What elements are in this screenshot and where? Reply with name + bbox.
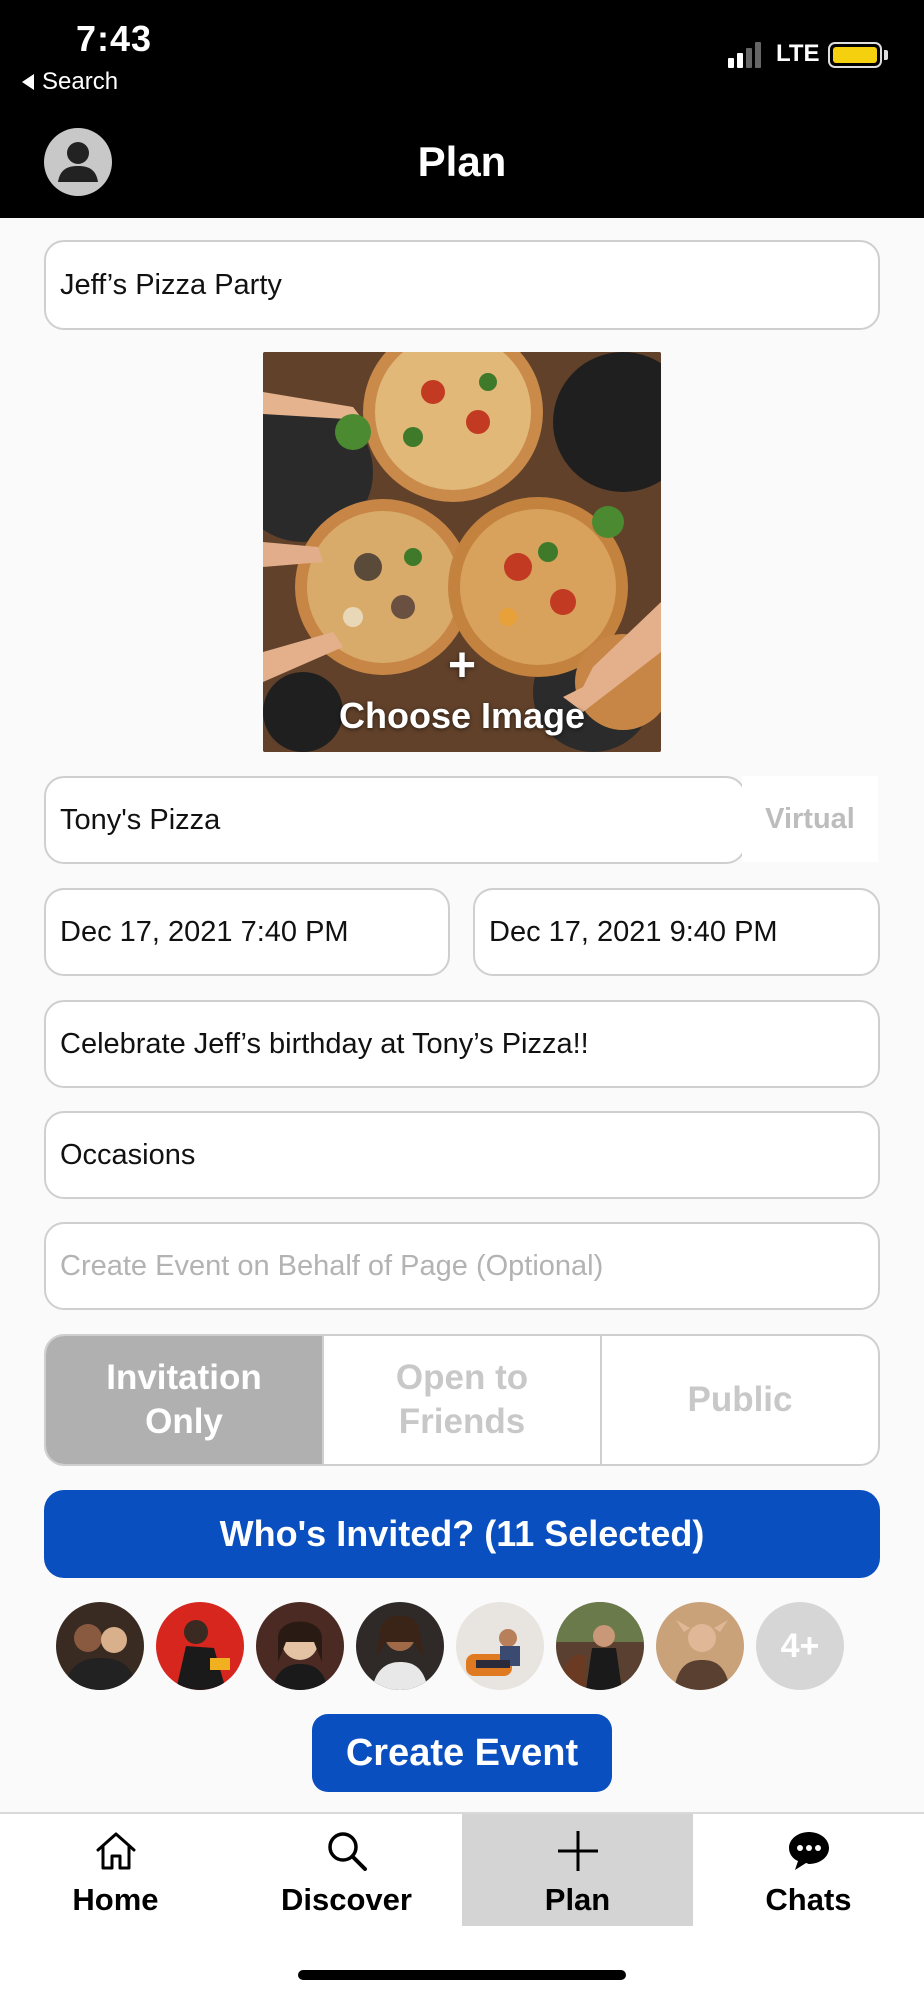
- page-title: Plan: [417, 138, 507, 185]
- home-icon: [91, 1826, 141, 1876]
- whos-invited-button[interactable]: Who's Invited? (11 Selected): [44, 1490, 880, 1578]
- invitee-avatar[interactable]: [556, 1602, 644, 1690]
- page-select-input[interactable]: Create Event on Behalf of Page (Optional…: [44, 1222, 880, 1310]
- tab-plan[interactable]: Plan: [462, 1814, 693, 1926]
- back-to-search-link[interactable]: Search: [22, 68, 118, 96]
- home-indicator[interactable]: [298, 1970, 626, 1980]
- invitee-avatar[interactable]: [356, 1602, 444, 1690]
- invitee-avatar[interactable]: [656, 1602, 744, 1690]
- page-select-placeholder: Create Event on Behalf of Page (Optional…: [60, 1249, 604, 1282]
- tab-plan-label: Plan: [544, 1882, 611, 1917]
- end-datetime-value: Dec 17, 2021 9:40 PM: [489, 915, 778, 948]
- description-value: Celebrate Jeff’s birthday at Tony’s Pizz…: [60, 1027, 589, 1060]
- end-datetime-input[interactable]: Dec 17, 2021 9:40 PM: [473, 888, 880, 976]
- network-label: LTE: [776, 40, 820, 67]
- tab-home-label: Home: [72, 1882, 159, 1917]
- tab-chats-label: Chats: [765, 1882, 852, 1917]
- virtual-toggle[interactable]: Virtual: [742, 776, 878, 862]
- category-value: Occasions: [60, 1138, 196, 1171]
- event-name-value: Jeff’s Pizza Party: [60, 268, 282, 301]
- more-invitees-badge[interactable]: 4+: [756, 1602, 844, 1690]
- privacy-option-invitation-only[interactable]: Invitation Only: [46, 1336, 322, 1464]
- choose-image-label: Choose Image: [338, 695, 586, 736]
- signal-icon: [728, 42, 761, 68]
- invitee-avatar[interactable]: [256, 1602, 344, 1690]
- search-icon: [322, 1826, 372, 1876]
- invitee-avatar[interactable]: [56, 1602, 144, 1690]
- tab-chats[interactable]: Chats: [693, 1814, 924, 1926]
- start-datetime-input[interactable]: Dec 17, 2021 7:40 PM: [44, 888, 450, 976]
- event-name-input[interactable]: Jeff’s Pizza Party: [44, 240, 880, 330]
- privacy-option-open-to-friends[interactable]: Open to Friends: [322, 1336, 600, 1464]
- privacy-option-public[interactable]: Public: [600, 1336, 878, 1464]
- battery-icon: [828, 42, 882, 68]
- create-event-button[interactable]: Create Event: [312, 1714, 612, 1792]
- back-arrow-icon: [22, 74, 34, 90]
- location-value: Tony's Pizza: [60, 803, 221, 836]
- privacy-segmented-control: Invitation Only Open to Friends Public: [44, 1334, 880, 1466]
- header-bar: 7:43 Search LTE Plan: [0, 0, 924, 218]
- tab-home[interactable]: Home: [0, 1814, 231, 1926]
- choose-image-button[interactable]: + Choose Image: [263, 352, 661, 752]
- invitee-avatar[interactable]: [156, 1602, 244, 1690]
- bottom-tab-bar: Home Discover Plan Chats: [0, 1812, 924, 1926]
- add-image-plus-icon: +: [447, 639, 477, 692]
- category-select[interactable]: Occasions: [44, 1111, 880, 1199]
- plus-icon: [553, 1826, 603, 1876]
- status-time: 7:43: [76, 18, 153, 59]
- back-label: Search: [42, 68, 119, 95]
- location-input[interactable]: Tony's Pizza: [44, 776, 746, 864]
- start-datetime-value: Dec 17, 2021 7:40 PM: [60, 915, 349, 948]
- tab-discover-label: Discover: [281, 1882, 412, 1917]
- invitee-avatar[interactable]: [456, 1602, 544, 1690]
- chat-bubble-icon: [784, 1826, 834, 1876]
- invited-avatars: 4+: [56, 1602, 844, 1690]
- tab-discover[interactable]: Discover: [231, 1814, 462, 1926]
- battery-cap: [884, 50, 888, 60]
- home-indicator-area: [0, 1926, 924, 2000]
- description-input[interactable]: Celebrate Jeff’s birthday at Tony’s Pizz…: [44, 1000, 880, 1088]
